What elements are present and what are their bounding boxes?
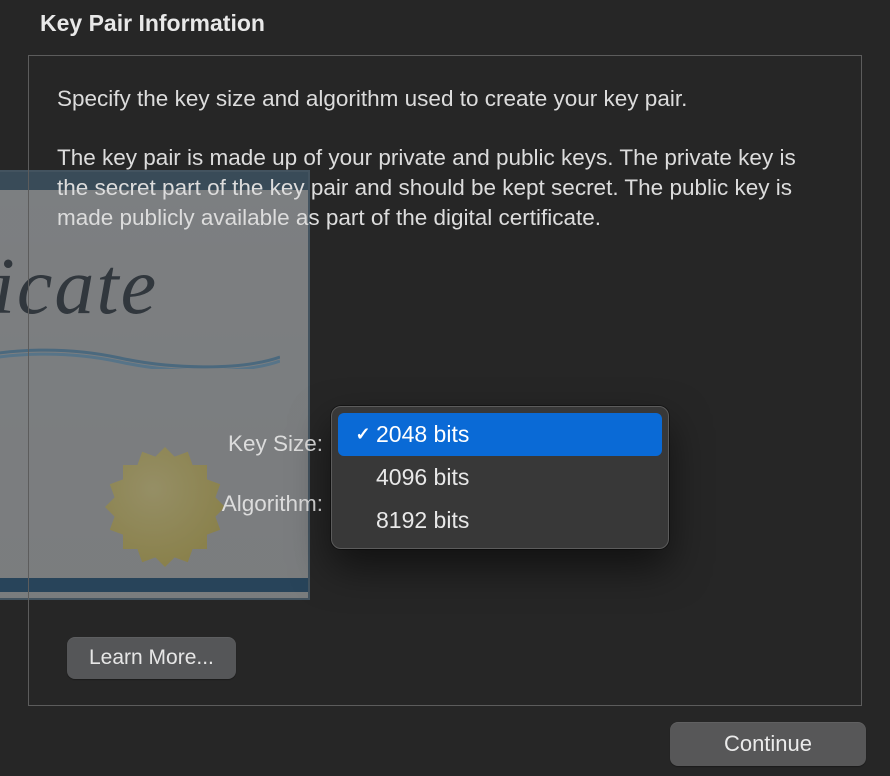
footer-bar: Continue: [0, 712, 890, 776]
key-size-option[interactable]: ✓8192 bits: [338, 499, 662, 542]
key-size-option-label: 4096 bits: [376, 464, 469, 491]
key-size-option[interactable]: ✓2048 bits: [338, 413, 662, 456]
key-size-label: Key Size:: [29, 431, 325, 457]
form-area: Key Size: Algorithm: ✓2048 bits ✓4096 bit…: [29, 418, 861, 538]
key-size-option-label: 8192 bits: [376, 507, 469, 534]
algorithm-label: Algorithm:: [29, 491, 325, 517]
window-title: Key Pair Information: [0, 0, 890, 51]
content-panel: Specify the key size and algorithm used …: [28, 55, 862, 706]
key-size-option[interactable]: ✓4096 bits: [338, 456, 662, 499]
continue-button[interactable]: Continue: [670, 722, 866, 766]
description-text: The key pair is made up of your private …: [57, 143, 833, 232]
intro-text: Specify the key size and algorithm used …: [57, 84, 833, 113]
learn-more-button[interactable]: Learn More...: [67, 637, 236, 679]
key-size-option-label: 2048 bits: [376, 421, 469, 448]
key-size-dropdown: ✓2048 bits✓4096 bits✓8192 bits: [331, 406, 669, 549]
checkmark-icon: ✓: [350, 424, 376, 445]
